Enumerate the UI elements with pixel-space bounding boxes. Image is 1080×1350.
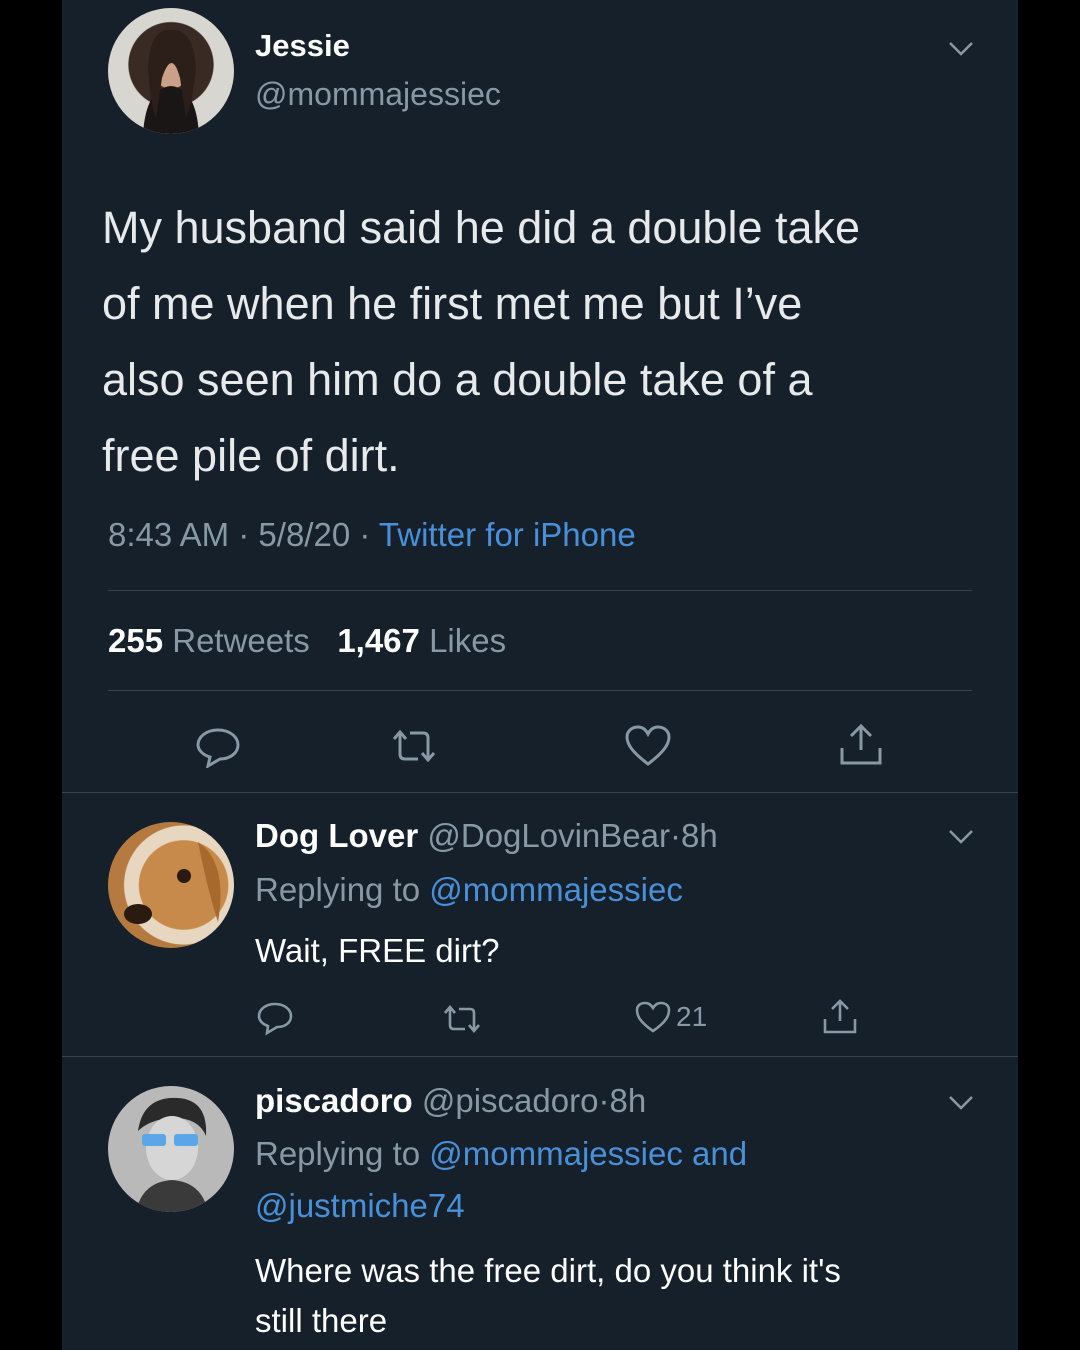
chevron-down-icon[interactable] [946, 826, 976, 846]
reply-icon[interactable] [194, 724, 242, 768]
tweet-time: 8:43 AM [108, 516, 230, 553]
dog-avatar-icon [124, 842, 221, 924]
meta-separator: · [359, 516, 371, 553]
main-tweet-text: My husband said he did a double take of … [102, 190, 860, 494]
reply1-age[interactable]: 8h [681, 817, 718, 854]
retweet-icon[interactable] [440, 1002, 484, 1036]
reply2-replying-to: Replying to @mommajessiec and [255, 1135, 747, 1173]
retweet-icon[interactable] [388, 726, 440, 766]
replying-prefix: Replying to [255, 871, 421, 908]
reply2-text: Where was the free dirt, do you think it… [255, 1246, 841, 1346]
reply-icon[interactable] [256, 1000, 294, 1036]
reply2-mention-2[interactable]: @justmiche74 [255, 1187, 465, 1225]
engagement-stats: 255 Retweets 1,467 Likes [108, 622, 506, 660]
reply1-header: Dog Lover @DogLovinBear·8h [255, 817, 718, 855]
tweet-date[interactable]: 5/8/20 [258, 516, 350, 553]
meta-separator: · [670, 817, 681, 854]
avatar-dog-lover[interactable] [108, 822, 234, 948]
like-icon[interactable] [634, 1000, 672, 1034]
reply2-text-line: still there [255, 1302, 388, 1339]
reply1-handle[interactable]: @DogLovinBear [427, 817, 670, 854]
meta-separator: · [238, 516, 250, 553]
main-tweet-line: also seen him do a double take of a [102, 354, 813, 405]
reply2-header: piscadoro @piscadoro·8h [255, 1082, 646, 1120]
replying-prefix: Replying to [255, 1135, 421, 1172]
divider [108, 690, 972, 691]
main-tweet-line: of me when he first met me but I’ve [102, 278, 803, 329]
reply1-like-count[interactable]: 21 [676, 1001, 707, 1033]
retweets-count[interactable]: 255 [108, 622, 163, 659]
main-tweet-line: My husband said he did a double take [102, 202, 861, 253]
reply1-mention[interactable]: @mommajessiec [429, 871, 683, 908]
reply1-text: Wait, FREE dirt? [255, 932, 500, 969]
chevron-down-icon[interactable] [946, 1092, 976, 1112]
reply2-mention[interactable]: @mommajessiec and [429, 1135, 747, 1172]
divider [62, 1056, 1018, 1057]
tweet-source[interactable]: Twitter for iPhone [379, 516, 636, 553]
chevron-down-icon[interactable] [946, 38, 976, 58]
reply2-handle[interactable]: @piscadoro [422, 1082, 599, 1119]
avatar-piscadoro[interactable] [108, 1086, 234, 1212]
reply2-display-name[interactable]: piscadoro [255, 1082, 413, 1119]
likes-count[interactable]: 1,467 [337, 622, 420, 659]
avatar-jessie[interactable] [108, 8, 234, 134]
divider [62, 792, 1018, 793]
like-icon[interactable] [624, 724, 672, 768]
tweet-meta: 8:43 AM · 5/8/20 · Twitter for iPhone [108, 516, 636, 554]
tweet-thread: Jessie @mommajessiec My husband said he … [62, 0, 1018, 1350]
reply1-display-name[interactable]: Dog Lover [255, 817, 418, 854]
likes-label[interactable]: Likes [429, 622, 506, 659]
share-icon[interactable] [820, 998, 860, 1036]
reply2-text-line: Where was the free dirt, do you think it… [255, 1252, 841, 1289]
meta-separator: · [598, 1082, 610, 1119]
avatar-portrait-icon [143, 29, 199, 134]
retweets-label[interactable]: Retweets [172, 622, 310, 659]
divider [108, 590, 972, 591]
main-display-name[interactable]: Jessie [255, 28, 350, 64]
share-icon[interactable] [836, 722, 886, 768]
main-tweet-line: free pile of dirt. [102, 430, 400, 481]
reply1-replying-to: Replying to @mommajessiec [255, 871, 683, 909]
main-handle[interactable]: @mommajessiec [255, 76, 501, 113]
portrait-sunglasses-icon [136, 1097, 208, 1212]
reply2-age[interactable]: 8h [609, 1082, 646, 1119]
